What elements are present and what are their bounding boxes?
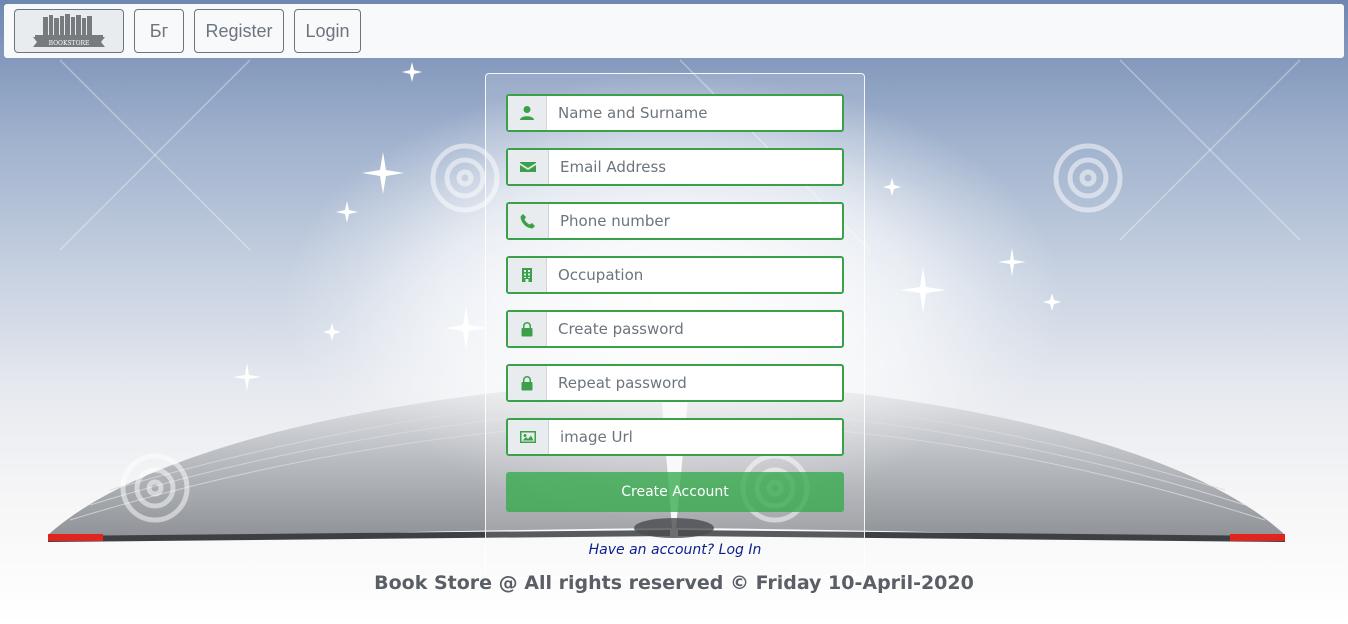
bookstore-logo-icon: BOOKSTORE [33, 14, 105, 47]
create-account-button[interactable]: Create Account [506, 472, 844, 512]
have-account-login-link[interactable]: Have an account? Log In [486, 542, 864, 558]
occupation-input[interactable] [547, 258, 842, 292]
register-button[interactable]: Register [194, 9, 284, 53]
image-url-input-group [506, 418, 844, 456]
building-icon [508, 258, 547, 292]
email-input-group [506, 148, 844, 186]
name-surname-input[interactable] [547, 96, 842, 130]
lock-icon [508, 366, 547, 400]
footer-copyright: Book Store @ All rights reserved © Frida… [374, 572, 974, 594]
image-url-input[interactable] [549, 420, 842, 454]
registration-form: Create Account Have an account? Log In [485, 73, 865, 578]
email-input[interactable] [549, 150, 842, 184]
phone-icon [508, 204, 549, 238]
top-navbar: BOOKSTORE Бг Register Login [4, 4, 1344, 58]
repeat-password-input-group [506, 364, 844, 402]
name-input-group [506, 94, 844, 132]
create-password-input-group [506, 310, 844, 348]
svg-text:BOOKSTORE: BOOKSTORE [49, 40, 90, 47]
lock-icon [508, 312, 547, 346]
user-icon [508, 96, 547, 130]
language-toggle-button[interactable]: Бг [134, 9, 184, 53]
create-password-input[interactable] [547, 312, 842, 346]
phone-input-group [506, 202, 844, 240]
repeat-password-input[interactable] [547, 366, 842, 400]
envelope-icon [508, 150, 549, 184]
phone-input[interactable] [549, 204, 842, 238]
occupation-input-group [506, 256, 844, 294]
brand-logo-button[interactable]: BOOKSTORE [14, 9, 124, 53]
login-button[interactable]: Login [294, 9, 361, 53]
image-icon [508, 420, 549, 454]
